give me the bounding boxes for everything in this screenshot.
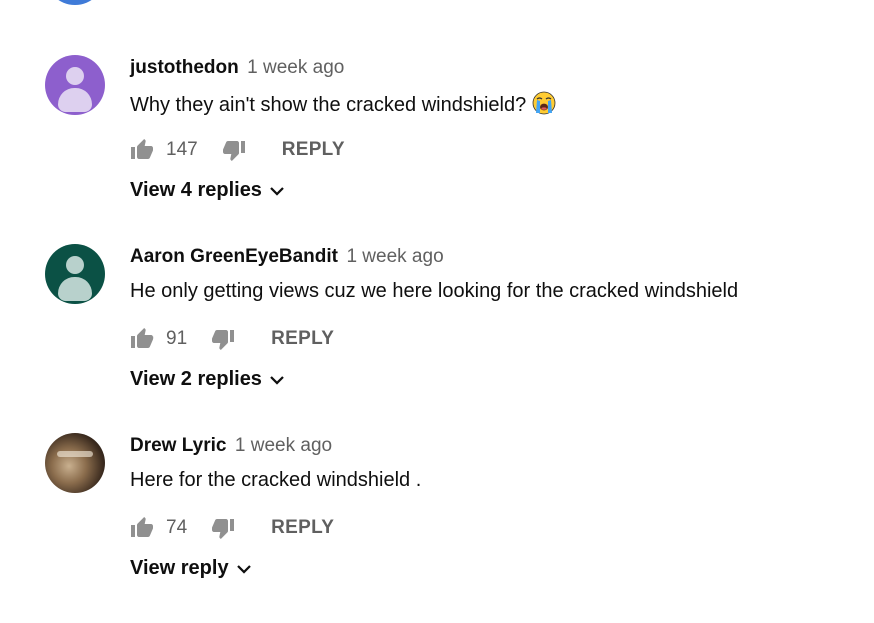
avatar-body — [58, 88, 92, 112]
comment-thread: justothedon 1 week ago Why they ain't sh… — [0, 55, 874, 245]
chevron-down-icon — [268, 182, 286, 200]
author-name[interactable]: Drew Lyric — [130, 435, 226, 456]
avatar-body — [58, 277, 92, 301]
author-name[interactable]: Aaron GreenEyeBandit — [130, 246, 338, 267]
like-count: 91 — [166, 328, 188, 349]
comment-time[interactable]: 1 week ago — [235, 435, 332, 456]
avatar[interactable] — [45, 433, 105, 493]
comment-body: Why they ain't show the cracked windshie… — [130, 94, 532, 116]
comment-actions: 74 REPLY — [130, 515, 334, 541]
comment-header: Drew Lyric 1 week ago — [130, 435, 332, 457]
reply-button[interactable]: REPLY — [271, 517, 334, 539]
previous-comment-avatar[interactable] — [45, 0, 105, 5]
like-thumbs-up-icon[interactable] — [130, 138, 154, 162]
comment-body: He only getting views cuz we here lookin… — [130, 280, 739, 302]
comment-thread: Aaron GreenEyeBandit 1 week ago He only … — [0, 244, 874, 434]
comment-thread: Drew Lyric 1 week ago Here for the crack… — [0, 433, 874, 623]
comment-time[interactable]: 1 week ago — [346, 246, 443, 267]
avatar[interactable] — [45, 244, 105, 304]
like-count: 147 — [166, 139, 198, 160]
comment-header: Aaron GreenEyeBandit 1 week ago — [130, 246, 444, 268]
dislike-thumbs-down-icon[interactable] — [211, 327, 235, 351]
comment-header: justothedon 1 week ago — [130, 57, 344, 79]
comment-body: Here for the cracked windshield . — [130, 469, 422, 491]
comment-actions: 147 REPLY — [130, 137, 345, 163]
dislike-thumbs-down-icon[interactable] — [222, 138, 246, 162]
view-replies-button[interactable]: View 4 replies — [130, 179, 286, 202]
reply-button[interactable]: REPLY — [271, 328, 334, 350]
dislike-thumbs-down-icon[interactable] — [211, 516, 235, 540]
avatar-head — [66, 256, 84, 274]
view-replies-button[interactable]: View reply — [130, 557, 253, 580]
loudly-crying-face-icon — [532, 91, 556, 121]
avatar[interactable] — [45, 55, 105, 115]
like-count: 74 — [166, 517, 188, 538]
comment-text: Why they ain't show the cracked windshie… — [130, 91, 556, 121]
avatar-head — [66, 67, 84, 85]
view-replies-button[interactable]: View 2 replies — [130, 368, 286, 391]
comment-text: He only getting views cuz we here lookin… — [130, 280, 738, 303]
view-replies-label: View 4 replies — [130, 179, 262, 201]
avatar-photo-detail — [57, 451, 93, 457]
like-thumbs-up-icon[interactable] — [130, 327, 154, 351]
reply-button[interactable]: REPLY — [282, 139, 345, 161]
comment-actions: 91 REPLY — [130, 326, 334, 352]
view-replies-label: View 2 replies — [130, 368, 262, 390]
like-thumbs-up-icon[interactable] — [130, 516, 154, 540]
comment-time[interactable]: 1 week ago — [247, 57, 344, 78]
comment-text: Here for the cracked windshield . — [130, 469, 421, 492]
chevron-down-icon — [268, 371, 286, 389]
author-name[interactable]: justothedon — [130, 57, 239, 78]
view-replies-label: View reply — [130, 557, 229, 579]
chevron-down-icon — [235, 560, 253, 578]
